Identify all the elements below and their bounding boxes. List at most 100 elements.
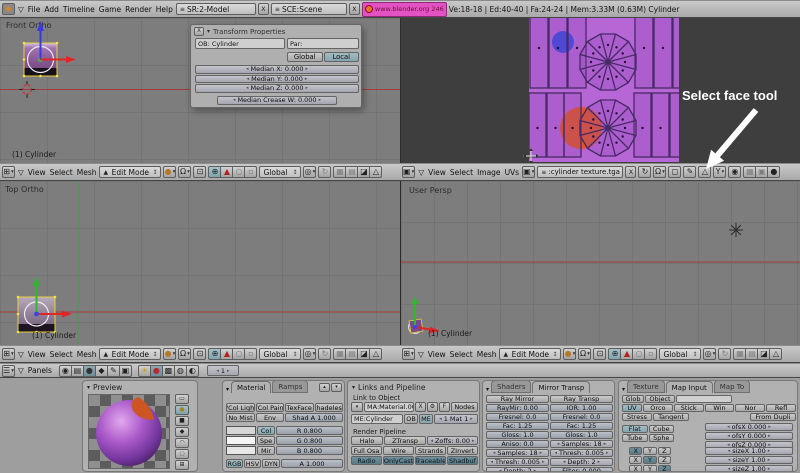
scene-selector[interactable]: ≡ SCE:Scene <box>271 3 347 15</box>
material-delete-button[interactable]: X <box>415 402 426 412</box>
depth-mirror-field[interactable]: Depth: 2 <box>486 467 549 472</box>
header-collapse-icon[interactable]: ▽ <box>417 168 425 177</box>
lamp-object[interactable] <box>729 223 743 237</box>
mesh-name-field[interactable]: ME:Cylinder <box>351 414 403 424</box>
menu-uvs[interactable]: UVs <box>504 168 521 177</box>
map-y1-toggle[interactable]: Y <box>643 447 656 455</box>
cube-proj-toggle[interactable]: Cube <box>649 425 675 433</box>
strands-toggle[interactable]: Strands <box>415 446 446 455</box>
realtime-button[interactable]: ↻ <box>638 166 651 178</box>
header-collapse-icon[interactable]: ▽ <box>417 350 425 359</box>
map-z1-toggle[interactable]: Z <box>658 447 671 455</box>
aniso-slider[interactable]: Aniso: 0.0 <box>486 440 549 448</box>
texface-toggle[interactable]: TexFace <box>285 403 314 412</box>
map-z2-toggle[interactable]: Z <box>658 456 671 464</box>
preview-sphere-button[interactable]: ● <box>175 405 189 415</box>
preview-alpha-button[interactable]: ⊞ <box>175 460 189 470</box>
manipulator-scale-button[interactable]: ▫ <box>244 348 257 360</box>
glob-toggle[interactable]: Glob <box>622 395 644 403</box>
menu-select[interactable]: Select <box>49 350 74 359</box>
texture-paint-button[interactable]: ◉ <box>728 166 741 178</box>
median-crease-field[interactable]: Median Crease W: 0.000 <box>217 96 337 105</box>
map-y2-toggle[interactable]: Y <box>643 456 656 464</box>
parent-field[interactable]: Par: <box>287 38 359 49</box>
diffuse-color-swatch[interactable] <box>226 426 256 435</box>
menu-file[interactable]: File <box>27 5 42 14</box>
fresnel-mirror-slider[interactable]: Fresnel: 0.0 <box>486 413 549 421</box>
uv-square-button[interactable]: ◻ <box>668 166 681 178</box>
refl-toggle[interactable]: Refl <box>766 404 796 412</box>
filter-slider[interactable]: Filter: 0.000 <box>550 467 613 472</box>
specular-color-swatch[interactable] <box>226 436 256 445</box>
ofsy-field[interactable]: ofsY 0.000 <box>705 432 793 440</box>
menu-select[interactable]: Select <box>49 168 74 177</box>
depth-transp-field[interactable]: Depth: 2 <box>550 458 613 466</box>
thresh-transp-field[interactable]: Thresh: 0.005 <box>550 449 613 457</box>
vcol-paint-toggle[interactable]: VCol Paint <box>256 403 285 412</box>
sizex-field[interactable]: sizeX 1.00 <box>705 447 793 455</box>
blender-url-field[interactable]: www.blender.org 246 <box>362 2 447 17</box>
map-x1-toggle[interactable]: X <box>629 447 642 455</box>
map-z3-toggle[interactable]: Z <box>658 465 671 472</box>
material-index-field[interactable]: 1 Mat 1 <box>434 414 478 424</box>
panels-menu[interactable]: Panels <box>27 366 53 375</box>
scene-context-button[interactable]: ▣ <box>119 365 132 377</box>
auto-name-button[interactable]: ⚙ <box>427 402 438 412</box>
shad-alpha-slider[interactable]: Shad A 1.000 <box>285 413 343 422</box>
menu-select[interactable]: Select <box>449 350 474 359</box>
cylinder-object[interactable] <box>17 277 72 333</box>
menu-view[interactable]: View <box>27 168 47 177</box>
uv-editor-canvas[interactable] <box>529 18 679 162</box>
map-object-field[interactable] <box>676 395 732 403</box>
ofsx-field[interactable]: ofsX 0.000 <box>705 423 793 431</box>
menu-view[interactable]: View <box>427 168 447 177</box>
tab-texture[interactable]: Texture <box>627 380 665 393</box>
win-toggle[interactable]: Win <box>705 404 735 412</box>
top-viewport-canvas[interactable] <box>0 181 400 345</box>
viewport-top[interactable]: Top Ortho (1) <box>0 181 400 345</box>
mode-dropdown[interactable]: ▲ Edit Mode ↕ <box>99 166 161 178</box>
shadbuf-toggle[interactable]: Shadbuf <box>447 456 478 465</box>
material-copy-button[interactable]: ▴ <box>319 383 330 392</box>
ior-slider[interactable]: IOR: 1.00 <box>550 404 613 412</box>
header-collapse-icon[interactable]: ▽ <box>17 366 25 375</box>
nodes-button[interactable]: Nodes <box>451 402 478 412</box>
flat-proj-toggle[interactable]: Flat <box>622 425 648 433</box>
from-dupli-toggle[interactable]: From Dupli <box>750 413 796 421</box>
spe-channel-button[interactable]: Spe <box>257 436 275 445</box>
material-browse-button[interactable]: ▾ <box>351 402 363 412</box>
object-name-field[interactable]: OB: Cylinder <box>195 38 285 49</box>
cylinder-object[interactable] <box>409 296 441 334</box>
uv-coord-toggle[interactable]: UV <box>622 404 642 412</box>
green-slider[interactable]: G 0.800 <box>276 436 343 445</box>
frame-number-field[interactable]: 1 <box>207 365 239 376</box>
median-y-field[interactable]: Median Y: 0.000 <box>195 75 359 84</box>
map-x3-toggle[interactable]: X <box>629 465 642 472</box>
pivot-dropdown[interactable]: Ω <box>178 348 191 360</box>
editor-type-dropdown[interactable]: ▣ <box>402 166 415 178</box>
col-channel-button[interactable]: Col <box>257 426 275 435</box>
menu-game[interactable]: Game <box>98 5 122 14</box>
tab-ramps[interactable]: Ramps <box>272 380 308 393</box>
red-slider[interactable]: R 0.800 <box>276 426 343 435</box>
shadeless-toggle[interactable]: Shadeless <box>315 403 344 412</box>
zoffs-field[interactable]: Zoffs: 0.00 <box>427 436 478 445</box>
fake-user-button[interactable]: F <box>439 402 450 412</box>
orco-toggle[interactable]: Orco <box>643 404 673 412</box>
wire-toggle[interactable]: Wire <box>383 446 414 455</box>
manipulator-scale-button[interactable]: ▫ <box>244 166 257 178</box>
panel-collapse-icon[interactable]: ▾ <box>207 28 210 35</box>
global-toggle[interactable]: Global <box>287 52 323 62</box>
menu-select[interactable]: Select <box>449 168 474 177</box>
image-browse-dropdown[interactable]: ▣ <box>522 166 535 178</box>
editor-type-dropdown[interactable]: ⊞ <box>2 348 15 360</box>
vcol-light-toggle[interactable]: VCol Light <box>226 403 255 412</box>
occlude-button[interactable]: △ <box>369 348 382 360</box>
ray-transp-toggle[interactable]: Ray Transp <box>550 395 613 403</box>
dyn-mode-button[interactable]: DYN <box>262 459 280 468</box>
rgb-mode-button[interactable]: RGB <box>226 459 243 468</box>
ray-mirror-toggle[interactable]: Ray Mirror <box>486 395 549 403</box>
select-face-button[interactable]: △ <box>698 166 711 178</box>
radio-toggle[interactable]: Radio <box>351 456 382 465</box>
header-collapse-icon[interactable]: ▽ <box>17 168 25 177</box>
